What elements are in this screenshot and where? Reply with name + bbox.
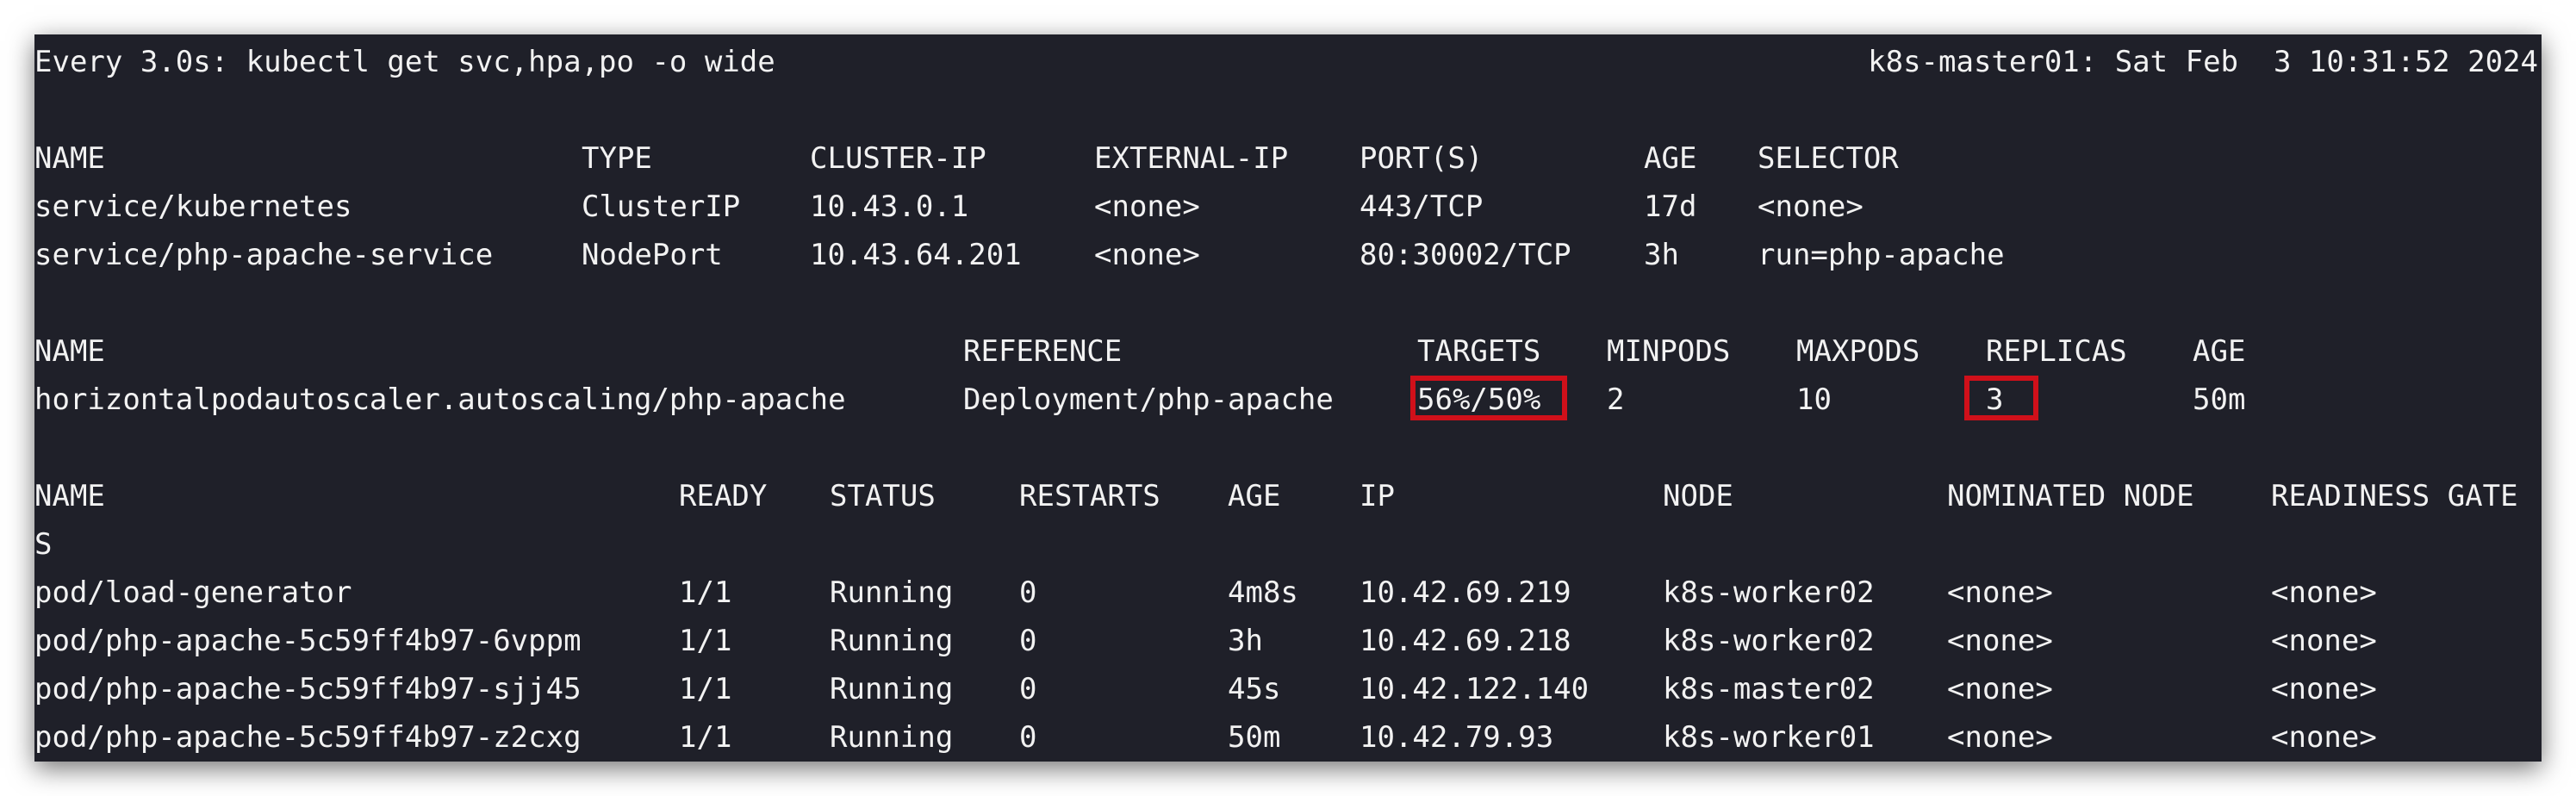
pod-nominated-node: <none> xyxy=(1947,720,2053,755)
watch-host-time: k8s-master01: Sat Feb 3 10:31:52 2024 xyxy=(1868,45,2538,79)
pod-ip: 10.42.79.93 xyxy=(1360,720,1554,755)
svc-ports: 443/TCP xyxy=(1360,190,1484,224)
pod-readiness-gates: <none> xyxy=(2271,672,2377,706)
pod-node: k8s-worker02 xyxy=(1663,575,1875,610)
watch-header: Every 3.0s: kubectl get svc,hpa,po -o wi… xyxy=(34,38,2542,86)
pod-ip: 10.42.69.218 xyxy=(1360,624,1571,658)
pod-age: 4m8s xyxy=(1228,575,1298,610)
pods-header-wrap: S xyxy=(34,520,2542,569)
svc-row: service/php-apache-service NodePort 10.4… xyxy=(34,231,2542,279)
pod-col-node: NODE xyxy=(1663,479,1733,513)
watch-command: Every 3.0s: kubectl get svc,hpa,po -o wi… xyxy=(34,45,775,79)
svc-col-age: AGE xyxy=(1644,141,1697,176)
svc-type: NodePort xyxy=(582,238,723,272)
pod-row: pod/php-apache-5c59ff4b97-6vppm 1/1 Runn… xyxy=(34,617,2542,665)
pod-col-readiness-gates-wrap: S xyxy=(34,527,53,562)
pod-age: 3h xyxy=(1228,624,1263,658)
hpa-col-age: AGE xyxy=(2193,334,2246,369)
svc-cluster-ip: 10.43.64.201 xyxy=(810,238,1022,272)
pod-readiness-gates: <none> xyxy=(2271,720,2377,755)
hpa-age: 50m xyxy=(2193,382,2246,417)
pod-status: Running xyxy=(830,672,954,706)
hpa-targets: 56%/50% xyxy=(1417,382,1541,417)
hpa-col-minpods: MINPODS xyxy=(1607,334,1731,369)
hpa-col-targets: TARGETS xyxy=(1417,334,1541,369)
pod-name: pod/php-apache-5c59ff4b97-6vppm xyxy=(34,624,582,658)
hpa-replicas: 3 xyxy=(1986,382,2004,417)
pod-node: k8s-worker02 xyxy=(1663,624,1875,658)
svc-age: 17d xyxy=(1644,190,1697,224)
pod-row: pod/php-apache-5c59ff4b97-sjj45 1/1 Runn… xyxy=(34,665,2542,713)
pod-node: k8s-master02 xyxy=(1663,672,1875,706)
svc-selector: run=php-apache xyxy=(1758,238,2005,272)
pod-name: pod/load-generator xyxy=(34,575,352,610)
pod-nominated-node: <none> xyxy=(1947,624,2053,658)
svc-row: service/kubernetes ClusterIP 10.43.0.1 <… xyxy=(34,183,2542,231)
svc-col-cluster-ip: CLUSTER-IP xyxy=(810,141,986,176)
pod-ip: 10.42.69.219 xyxy=(1360,575,1571,610)
pod-col-status: STATUS xyxy=(830,479,936,513)
hpa-col-maxpods: MAXPODS xyxy=(1796,334,1920,369)
pod-col-ip: IP xyxy=(1360,479,1395,513)
pod-col-ready: READY xyxy=(679,479,768,513)
pod-restarts: 0 xyxy=(1019,720,1037,755)
svc-cluster-ip: 10.43.0.1 xyxy=(810,190,969,224)
pod-status: Running xyxy=(830,624,954,658)
svc-col-ports: PORT(S) xyxy=(1360,141,1484,176)
pod-col-nominated-node: NOMINATED NODE xyxy=(1947,479,2194,513)
svc-ports: 80:30002/TCP xyxy=(1360,238,1571,272)
svc-name: service/php-apache-service xyxy=(34,238,494,272)
pod-readiness-gates: <none> xyxy=(2271,624,2377,658)
hpa-col-name: NAME xyxy=(34,334,105,369)
svc-col-selector: SELECTOR xyxy=(1758,141,1899,176)
svc-age: 3h xyxy=(1644,238,1679,272)
pod-age: 50m xyxy=(1228,720,1281,755)
pod-restarts: 0 xyxy=(1019,575,1037,610)
hpa-minpods: 2 xyxy=(1607,382,1625,417)
svc-name: service/kubernetes xyxy=(34,190,352,224)
pod-nominated-node: <none> xyxy=(1947,575,2053,610)
svc-col-name: NAME xyxy=(34,141,105,176)
pod-row: pod/load-generator 1/1 Running 0 4m8s 10… xyxy=(34,569,2542,617)
pod-name: pod/php-apache-5c59ff4b97-sjj45 xyxy=(34,672,582,706)
svc-selector: <none> xyxy=(1758,190,1864,224)
pod-col-age: AGE xyxy=(1228,479,1281,513)
pod-ready: 1/1 xyxy=(679,720,732,755)
pod-ip: 10.42.122.140 xyxy=(1360,672,1590,706)
hpa-col-reference: REFERENCE xyxy=(963,334,1123,369)
pod-col-restarts: RESTARTS xyxy=(1019,479,1160,513)
pod-ready: 1/1 xyxy=(679,575,732,610)
hpa-row: horizontalpodautoscaler.autoscaling/php-… xyxy=(34,376,2542,424)
pod-status: Running xyxy=(830,575,954,610)
hpa-col-replicas: REPLICAS xyxy=(1986,334,2127,369)
hpa-maxpods: 10 xyxy=(1796,382,1832,417)
pod-name: pod/php-apache-5c59ff4b97-z2cxg xyxy=(34,720,582,755)
pod-nominated-node: <none> xyxy=(1947,672,2053,706)
hpa-header-row: NAME REFERENCE TARGETS MINPODS MAXPODS R… xyxy=(34,327,2542,376)
pod-col-readiness-gates: READINESS GATE xyxy=(2271,479,2518,513)
pod-row: pod/php-apache-5c59ff4b97-z2cxg 1/1 Runn… xyxy=(34,713,2542,762)
pod-age: 45s xyxy=(1228,672,1281,706)
svc-type: ClusterIP xyxy=(582,190,741,224)
svc-external-ip: <none> xyxy=(1094,238,1200,272)
pod-readiness-gates: <none> xyxy=(2271,575,2377,610)
pods-header-row: NAME READY STATUS RESTARTS AGE IP NODE N… xyxy=(34,472,2542,520)
pod-status: Running xyxy=(830,720,954,755)
pod-restarts: 0 xyxy=(1019,672,1037,706)
svc-col-type: TYPE xyxy=(582,141,652,176)
pod-ready: 1/1 xyxy=(679,624,732,658)
svc-external-ip: <none> xyxy=(1094,190,1200,224)
hpa-name: horizontalpodautoscaler.autoscaling/php-… xyxy=(34,382,846,417)
terminal-window: Every 3.0s: kubectl get svc,hpa,po -o wi… xyxy=(34,34,2542,762)
pod-restarts: 0 xyxy=(1019,624,1037,658)
pod-node: k8s-worker01 xyxy=(1663,720,1875,755)
svc-col-external-ip: EXTERNAL-IP xyxy=(1094,141,1289,176)
hpa-reference: Deployment/php-apache xyxy=(963,382,1334,417)
pod-col-name: NAME xyxy=(34,479,105,513)
pod-ready: 1/1 xyxy=(679,672,732,706)
svc-header-row: NAME TYPE CLUSTER-IP EXTERNAL-IP PORT(S)… xyxy=(34,134,2542,183)
